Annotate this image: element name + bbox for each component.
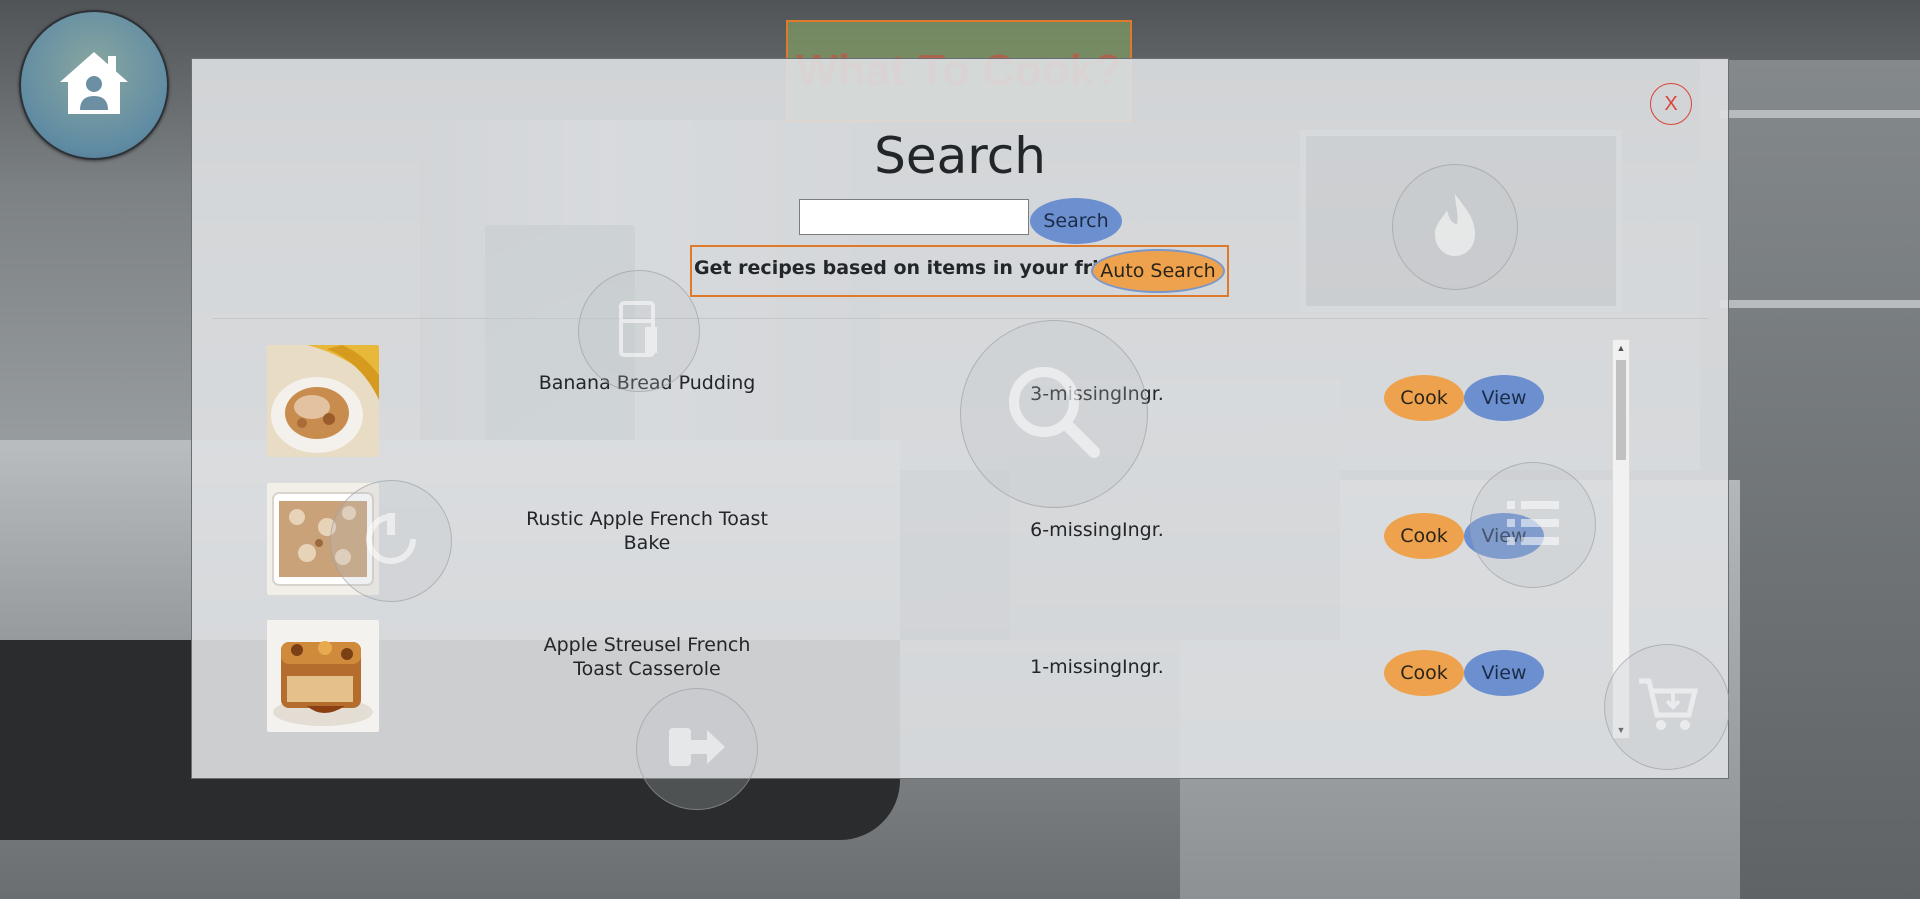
auto-search-panel: Get recipes based on items in your fridg…	[690, 245, 1229, 297]
bg-cabinets	[1700, 60, 1920, 899]
logout-icon	[667, 722, 727, 777]
search-nav-button[interactable]	[960, 320, 1148, 508]
search-icon	[999, 357, 1109, 472]
missing-ingredients: 1-missingIngr.	[1030, 656, 1164, 678]
kitchen-background: What To Cook? X Search Search Get recipe…	[0, 0, 1920, 899]
list-icon	[1503, 495, 1563, 556]
bg-shelf	[1720, 300, 1920, 308]
scroll-thumb[interactable]	[1616, 360, 1626, 460]
bg-shelf	[1720, 110, 1920, 118]
streusel-casserole-photo	[267, 620, 379, 732]
auto-search-button[interactable]: Auto Search	[1091, 249, 1225, 293]
cook-button[interactable]: Cook	[1384, 513, 1464, 559]
plug-nav-button[interactable]	[330, 480, 452, 602]
recipe-row: Apple Streusel French Toast Casserole 1-…	[252, 614, 1622, 732]
logout-nav-button[interactable]	[636, 688, 758, 810]
cook-button[interactable]: Cook	[1384, 650, 1464, 696]
scroll-up-arrow-icon[interactable]: ▲	[1613, 340, 1629, 356]
home-icon	[58, 48, 130, 123]
recipes-nav-button[interactable]	[1392, 164, 1518, 290]
recipe-row: Rustic Apple French Toast Bake 6-missing…	[252, 477, 1622, 595]
recipe-name: Rustic Apple French Toast Bake	[526, 508, 768, 554]
cart-icon	[1635, 675, 1699, 740]
view-button[interactable]: View	[1464, 650, 1544, 696]
recipe-row: Banana Bread Pudding 3-missingIngr. Cook…	[252, 339, 1622, 457]
auto-search-label: Get recipes based on items in your fridg…	[694, 257, 1139, 279]
fridge-nav-button[interactable]	[578, 270, 700, 392]
home-button[interactable]	[19, 10, 169, 160]
search-input[interactable]	[799, 199, 1029, 235]
missing-ingredients: 6-missingIngr.	[1030, 519, 1164, 541]
banana-bread-pudding-photo	[267, 345, 379, 457]
divider	[212, 318, 1708, 319]
recipe-results-list[interactable]: Banana Bread Pudding 3-missingIngr. Cook…	[252, 339, 1622, 739]
cook-button[interactable]: Cook	[1384, 375, 1464, 421]
search-button[interactable]: Search	[1030, 198, 1122, 244]
recipe-name: Apple Streusel French Toast Casserole	[543, 634, 751, 680]
close-button[interactable]: X	[1650, 83, 1692, 125]
modal-title: Search	[874, 127, 1046, 185]
plug-icon	[361, 509, 421, 574]
fridge-icon	[609, 299, 669, 364]
view-button[interactable]: View	[1464, 375, 1544, 421]
fire-icon	[1425, 190, 1485, 265]
cart-nav-button[interactable]	[1604, 644, 1730, 770]
list-nav-button[interactable]	[1470, 462, 1596, 588]
